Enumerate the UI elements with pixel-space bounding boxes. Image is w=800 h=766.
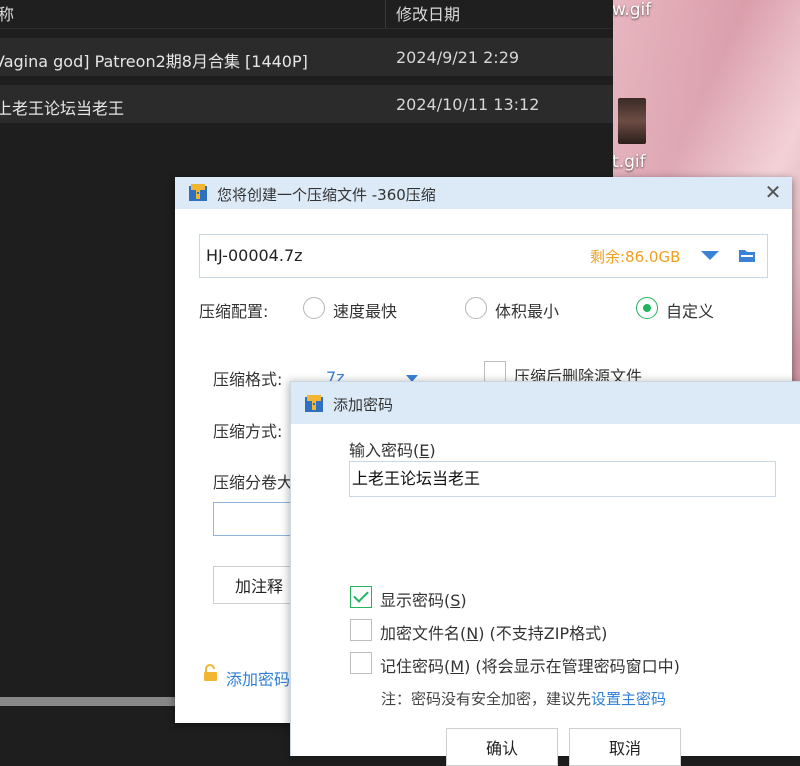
cancel-button[interactable]: 取消	[569, 728, 681, 766]
file-date: 2024/10/11 13:12	[396, 95, 540, 114]
file-name: 上老王论坛当老王	[0, 99, 125, 118]
archive-filename[interactable]: HJ-00004.7z	[206, 246, 303, 265]
ok-button[interactable]: 确认	[446, 728, 558, 766]
column-header: 称 修改日期	[0, 0, 613, 29]
file-name: Vagina god] Patreon2期8月合集 [1440P]	[0, 52, 308, 71]
file-row[interactable]: 上老王论坛当老王 2024/10/11 13:12	[0, 85, 613, 123]
desktop-file-label[interactable]: t.gif	[612, 152, 646, 172]
column-divider[interactable]	[385, 0, 386, 28]
encrypt-filename-label[interactable]: 加密文件名(N) (不支持ZIP格式)	[380, 620, 607, 644]
desktop-file-label[interactable]: w.gif	[612, 0, 651, 20]
column-date-header[interactable]: 修改日期	[396, 1, 460, 25]
security-note: 注：密码没有安全加密，建议先设置主密码	[381, 690, 667, 708]
file-date: 2024/9/21 2:29	[396, 48, 520, 67]
delete-source-checkbox[interactable]	[484, 361, 506, 383]
password-input-label: 输入密码(E)	[349, 441, 436, 460]
password-input[interactable]: 上老王论坛当老王	[349, 461, 776, 497]
volume-label: 压缩分卷大	[213, 473, 294, 492]
output-path-field[interactable]: HJ-00004.7z 剩余:86.0GB	[199, 234, 768, 278]
compress-config-label: 压缩配置:	[199, 302, 269, 321]
add-password-link[interactable]: 添加密码	[226, 666, 290, 690]
remember-password-label[interactable]: 记住密码(M) (将会显示在管理密码窗口中)	[380, 653, 680, 677]
chevron-down-icon[interactable]	[701, 251, 719, 260]
password-value: 上老王论坛当老王	[352, 469, 481, 488]
option-smallest-label[interactable]: 体积最小	[495, 298, 559, 322]
folder-icon[interactable]	[738, 247, 756, 263]
format-label: 压缩格式:	[213, 370, 283, 389]
dialog-title: 添加密码	[333, 396, 394, 414]
archive-app-icon	[189, 184, 207, 201]
remember-password-checkbox[interactable]	[350, 652, 372, 674]
dialog-title-bar[interactable]: 您将创建一个压缩文件 -360压缩 ✕	[175, 177, 792, 209]
method-label: 压缩方式:	[213, 422, 283, 441]
archive-app-icon	[305, 395, 323, 412]
close-icon[interactable]: ✕	[761, 180, 785, 204]
file-row[interactable]: Vagina god] Patreon2期8月合集 [1440P] 2024/9…	[0, 38, 613, 76]
radio-fastest[interactable]	[303, 297, 325, 319]
dialog-title-bar[interactable]: 添加密码	[291, 382, 800, 424]
set-master-password-link[interactable]: 设置主密码	[591, 690, 666, 708]
option-fastest-label[interactable]: 速度最快	[333, 298, 397, 322]
horizontal-scrollbar[interactable]	[0, 697, 175, 706]
unlock-icon	[204, 664, 217, 681]
option-custom-label[interactable]: 自定义	[666, 298, 714, 322]
radio-custom[interactable]	[636, 297, 658, 319]
free-space-label: 剩余:86.0GB	[590, 248, 681, 266]
dialog-title: 您将创建一个压缩文件 -360压缩	[217, 186, 436, 204]
show-password-label[interactable]: 显示密码(S)	[380, 587, 467, 611]
encrypt-filename-checkbox[interactable]	[350, 619, 372, 641]
show-password-checkbox[interactable]	[350, 586, 372, 608]
add-password-dialog: 添加密码 输入密码(E) 上老王论坛当老王 显示密码(S) 加密文件名(N) (…	[290, 381, 800, 766]
desktop-file-thumbnail[interactable]	[618, 98, 646, 144]
radio-smallest[interactable]	[465, 297, 487, 319]
column-name-header[interactable]: 称	[0, 1, 14, 25]
